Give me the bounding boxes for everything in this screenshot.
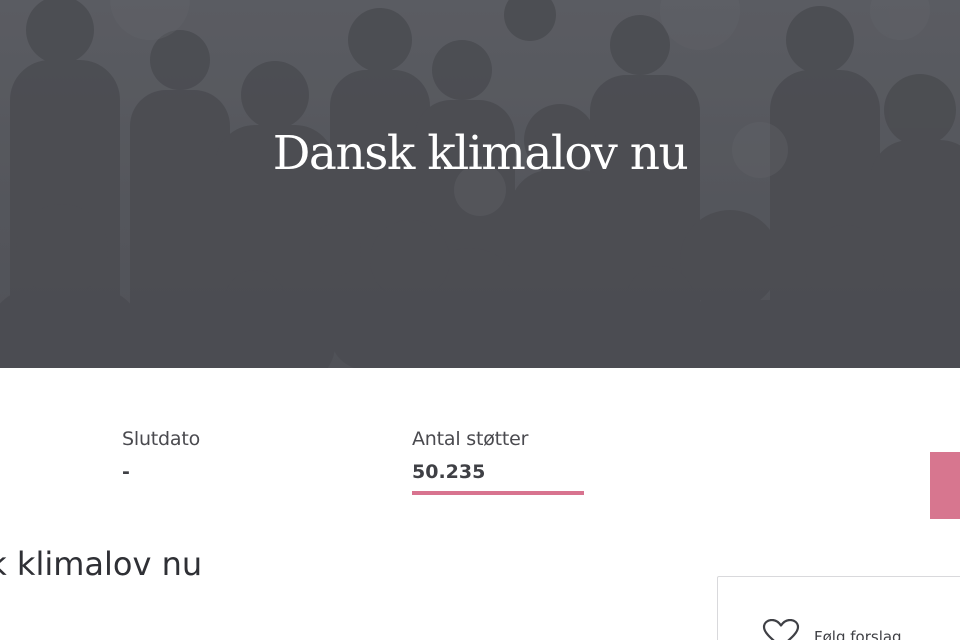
follow-proposal-button[interactable]: Følg forslag [762,619,902,640]
follow-card: Følg forslag [717,576,960,640]
hero-title: Dansk klimalov nu [272,126,689,181]
crowd-background-image [0,0,960,368]
end-date-value: - [122,461,130,483]
support-button[interactable] [930,452,960,519]
follow-proposal-label: Følg forslag [814,628,902,640]
hero-banner: Dansk klimalov nu [0,0,960,368]
proposal-title: Dansk klimalov nu [0,545,203,583]
supporters-progress-fill [412,491,584,495]
heart-icon [762,619,800,640]
end-date-label: Slutdato [122,428,201,450]
supporters-count: 50.235 [412,461,486,483]
supporters-progress-bar [412,491,584,495]
page: Dansk klimalov nu Slutdato - Antal støtt… [0,0,960,640]
supporters-label: Antal støtter [412,428,529,450]
